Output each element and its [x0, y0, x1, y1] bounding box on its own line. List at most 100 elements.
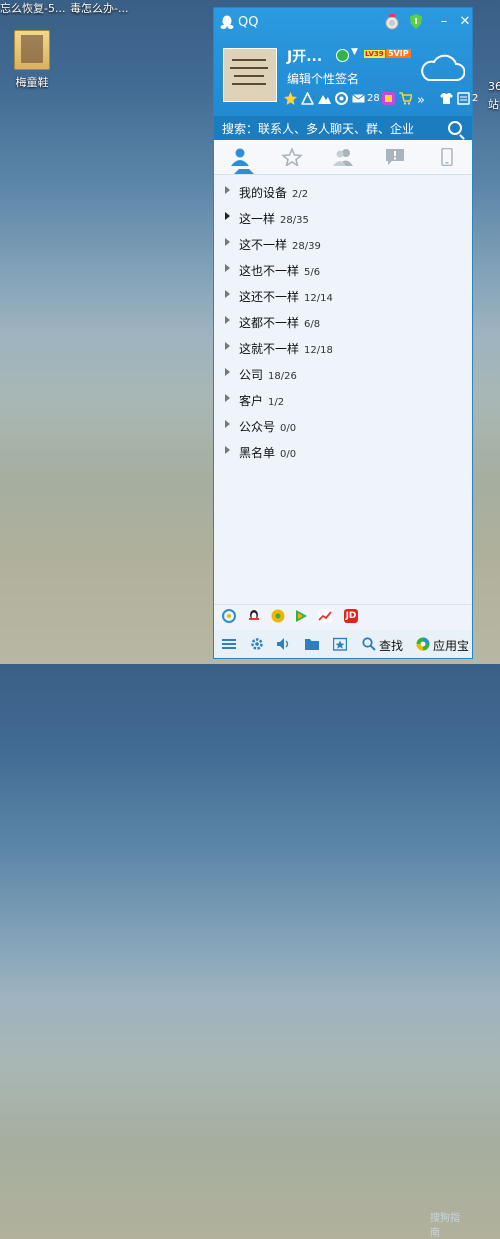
window-title: QQ: [238, 15, 259, 30]
weather-cloud-icon[interactable]: [419, 54, 465, 82]
main-menu-icon[interactable]: [222, 637, 236, 651]
video-app-icon[interactable]: [294, 609, 308, 623]
desktop-window-title-1[interactable]: 忘么恢复-5...: [0, 0, 65, 16]
collapse-arrow-icon: [225, 420, 230, 428]
app-store-button[interactable]: 应用宝: [433, 637, 469, 654]
game-app-icon[interactable]: [382, 92, 395, 105]
contact-group-item[interactable]: 公众号 0/0: [214, 412, 472, 438]
contact-group-item[interactable]: 客户 1/2: [214, 386, 472, 412]
group-count: 0/0: [280, 423, 297, 434]
desktop-folder-icon[interactable]: 梅童鞋: [6, 30, 58, 90]
collapse-arrow-icon: [225, 186, 230, 194]
contact-group-item[interactable]: 这都不一样 6/8: [214, 308, 472, 334]
contact-group-item[interactable]: 这也不一样 5/6: [214, 256, 472, 282]
group-count: 28/39: [292, 241, 321, 252]
jd-app-icon[interactable]: JD: [344, 609, 358, 623]
watermark-text: 搜狗指南: [430, 1213, 460, 1239]
star-icon: [282, 148, 302, 166]
nickname[interactable]: J开...: [287, 46, 322, 66]
app-store-icon[interactable]: [416, 637, 430, 651]
tab-favorites[interactable]: [266, 140, 317, 174]
desktop-window-title-2[interactable]: 毒怎么办-...: [70, 0, 128, 16]
folder-icon: [14, 30, 50, 70]
stock-chart-app-icon[interactable]: [318, 609, 332, 623]
contact-group-item[interactable]: 这不一样 28/39: [214, 230, 472, 256]
title-bar[interactable]: QQ – ✕: [220, 13, 470, 33]
search-icon[interactable]: [448, 121, 462, 135]
avatar[interactable]: [223, 48, 277, 102]
file-folder-icon[interactable]: [305, 637, 319, 651]
minimize-button[interactable]: –: [436, 14, 452, 29]
group-name: 这就不一样: [239, 342, 300, 356]
desktop-icon-label: 梅童鞋: [15, 76, 49, 89]
message-bubble-icon: [386, 149, 404, 165]
group-name: 这不一样: [239, 238, 288, 252]
phone-icon: [441, 148, 453, 166]
main-tabs: [214, 140, 472, 175]
message-box-count: 2: [472, 93, 479, 104]
group-name: 客户: [239, 394, 264, 408]
contact-group-item[interactable]: 这就不一样 12/18: [214, 334, 472, 360]
group-name: 我的设备: [239, 186, 288, 200]
status-dropdown-icon[interactable]: ▼: [351, 47, 358, 57]
tab-contacts[interactable]: [214, 140, 265, 174]
collapse-arrow-icon: [225, 290, 230, 298]
find-button[interactable]: 查找: [379, 637, 403, 654]
tab-messages[interactable]: [369, 140, 420, 174]
group-name: 这还不一样: [239, 290, 300, 304]
svip-badge[interactable]: 5VIP: [386, 49, 411, 58]
contact-group-item[interactable]: 这还不一样 12/14: [214, 282, 472, 308]
mail-icon[interactable]: [352, 92, 365, 105]
qq-penguin-icon: [220, 15, 234, 29]
music-app-icon[interactable]: [271, 609, 285, 623]
qq-browser-icon[interactable]: [222, 609, 236, 623]
browser-app-icon[interactable]: [335, 92, 348, 105]
group-count: 28/35: [280, 215, 309, 226]
collapse-arrow-icon: [225, 238, 230, 246]
settings-gear-icon[interactable]: [250, 637, 264, 651]
message-box-icon[interactable]: [457, 92, 470, 105]
shopping-cart-icon[interactable]: [399, 92, 412, 105]
contact-group-item[interactable]: 黑名单 0/0: [214, 438, 472, 464]
favorites-folder-icon[interactable]: [333, 637, 347, 651]
group-count: 12/14: [304, 293, 333, 304]
group-people-icon: [333, 149, 353, 166]
search-input[interactable]: 搜索：联系人、多人聊天、群、企业: [214, 116, 472, 140]
shirt-icon[interactable]: [440, 92, 453, 105]
medal-icon[interactable]: [385, 14, 399, 30]
collapse-arrow-icon: [225, 446, 230, 454]
desktop-edge-text-1: 36: [488, 80, 500, 93]
group-count: 1/2: [268, 397, 285, 408]
group-name: 黑名单: [239, 446, 276, 460]
contact-group-item[interactable]: 公司 18/26: [214, 360, 472, 386]
bottom-app-strip: JD 搜狗指南: [214, 604, 472, 1239]
qq-penguin-app-icon[interactable]: [247, 609, 261, 623]
group-count: 2/2: [292, 189, 309, 200]
collapse-arrow-icon: [225, 264, 230, 272]
collapse-arrow-icon: [225, 368, 230, 376]
mountain-app-icon[interactable]: [318, 92, 331, 105]
qq-header: QQ – ✕ J开... ▼ LV39 5VIP 编辑个性签名 28 » 2 搜…: [214, 8, 478, 140]
find-search-icon[interactable]: [362, 637, 376, 651]
contact-group-item[interactable]: 这一样 28/35: [214, 204, 472, 230]
space-app-icon[interactable]: [301, 92, 314, 105]
online-status-icon[interactable]: [336, 49, 349, 62]
group-count: 0/0: [280, 449, 297, 460]
bottom-toolbar: 查找 应用宝: [214, 630, 472, 658]
tab-groups[interactable]: [317, 140, 368, 174]
more-apps-icon[interactable]: »: [417, 93, 425, 108]
sound-icon[interactable]: [276, 637, 290, 651]
group-count: 18/26: [268, 371, 297, 382]
contact-person-icon: [231, 148, 249, 166]
level-badge[interactable]: LV39: [364, 50, 385, 58]
contact-group-item[interactable]: 我的设备 2/2: [214, 178, 472, 204]
signature-field[interactable]: 编辑个性签名: [287, 70, 359, 87]
group-name: 这一样: [239, 212, 276, 226]
star-app-icon[interactable]: [284, 92, 297, 105]
group-count: 6/8: [304, 319, 321, 330]
tab-phone[interactable]: [421, 140, 472, 174]
desktop-edge-text-2: 站: [488, 98, 499, 111]
collapse-arrow-icon: [225, 316, 230, 324]
close-button[interactable]: ✕: [457, 14, 473, 29]
security-shield-icon[interactable]: [410, 14, 422, 29]
